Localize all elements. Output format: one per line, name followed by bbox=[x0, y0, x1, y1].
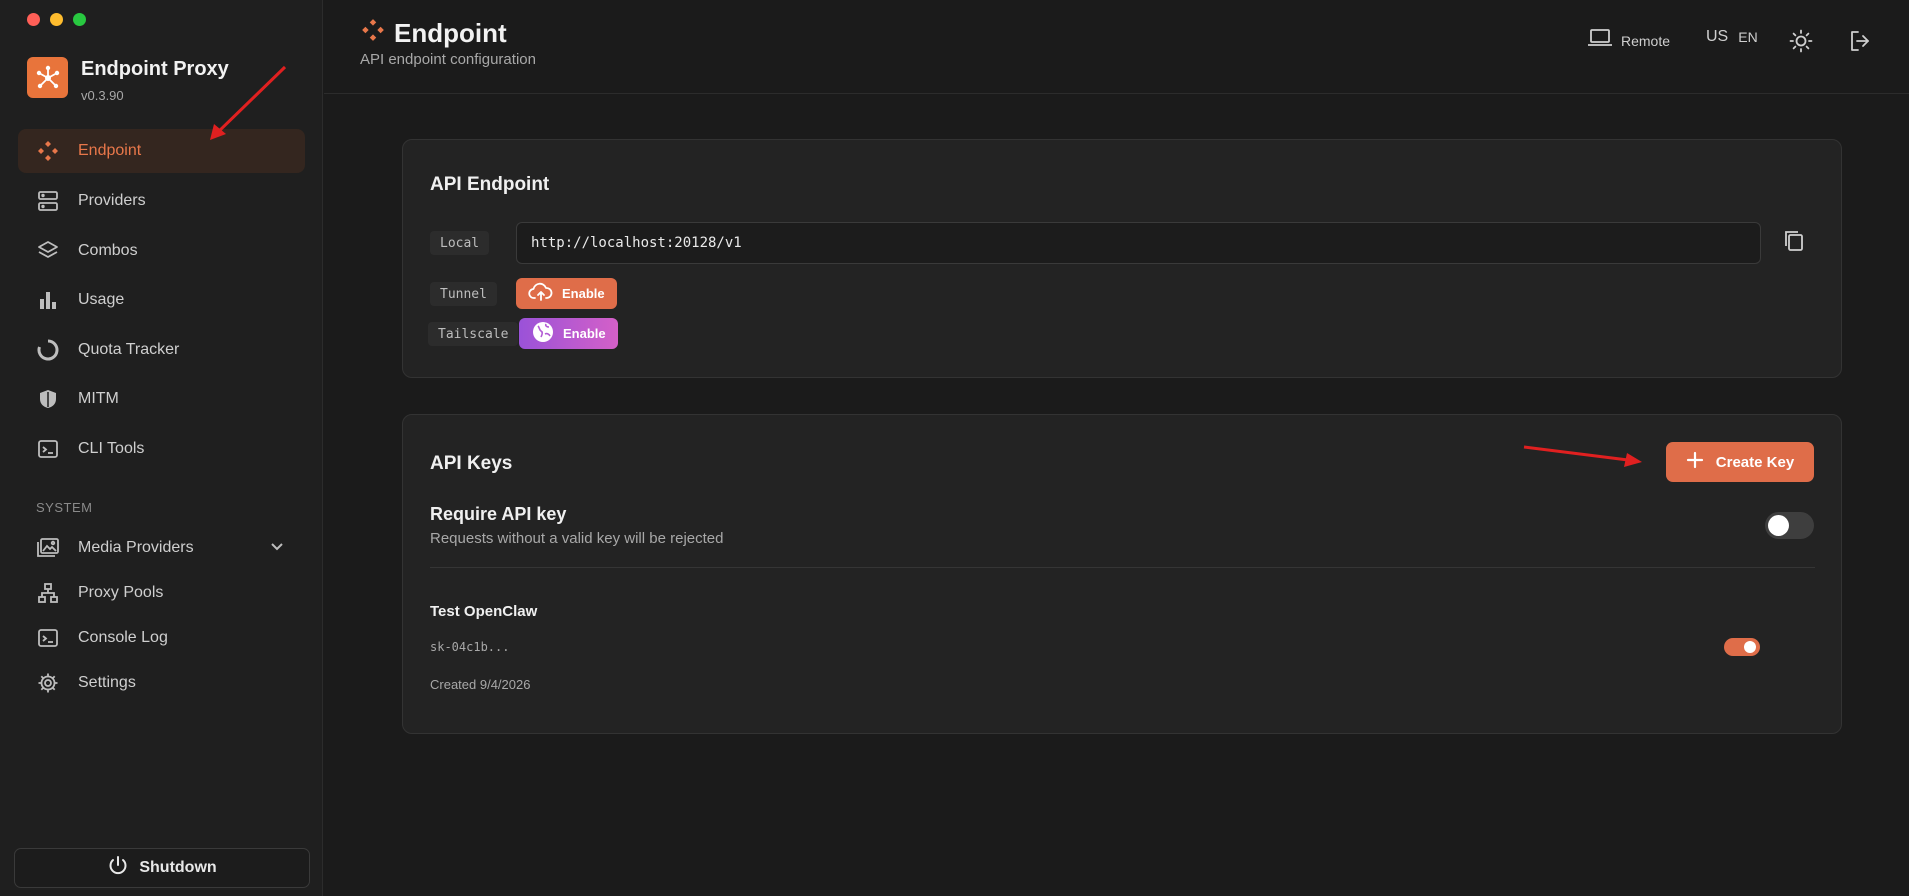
sidebar-item-label: Proxy Pools bbox=[78, 584, 164, 601]
require-api-key-toggle[interactable] bbox=[1765, 512, 1814, 539]
shield-icon bbox=[36, 387, 60, 411]
shutdown-button[interactable]: Shutdown bbox=[14, 848, 310, 888]
sidebar-item-label: CLI Tools bbox=[78, 440, 145, 457]
tailscale-enable-button[interactable]: Enable bbox=[519, 318, 618, 349]
sidebar-item-providers[interactable]: Providers bbox=[18, 179, 305, 223]
minimize-window-button[interactable] bbox=[50, 13, 63, 26]
create-key-label: Create Key bbox=[1715, 453, 1795, 471]
page-header: Endpoint API endpoint configuration Remo… bbox=[324, 0, 1909, 94]
window-controls bbox=[27, 13, 86, 26]
language-selector[interactable]: US EN bbox=[1706, 28, 1758, 46]
key-enabled-toggle[interactable] bbox=[1724, 638, 1760, 656]
remote-button[interactable]: Remote bbox=[1587, 28, 1670, 53]
plus-icon bbox=[1686, 451, 1704, 473]
shutdown-label: Shutdown bbox=[139, 859, 217, 876]
page-title: Endpoint bbox=[360, 17, 507, 50]
language-code: EN bbox=[1738, 29, 1758, 45]
local-url-field[interactable]: http://localhost:20128/v1 bbox=[516, 222, 1761, 264]
ring-icon bbox=[36, 338, 60, 362]
close-window-button[interactable] bbox=[27, 13, 40, 26]
app-logo-icon bbox=[27, 57, 68, 98]
sidebar-item-label: Media Providers bbox=[78, 539, 194, 556]
sidebar-item-endpoint[interactable]: Endpoint bbox=[18, 129, 305, 173]
logout-button[interactable] bbox=[1848, 29, 1872, 58]
sidebar-item-proxy-pools[interactable]: Proxy Pools bbox=[18, 571, 305, 615]
chevron-down-icon[interactable] bbox=[269, 538, 285, 559]
endpoint-icon bbox=[36, 139, 60, 163]
sidebar-item-usage[interactable]: Usage bbox=[18, 278, 305, 322]
globe-icon bbox=[531, 320, 555, 347]
remote-label: Remote bbox=[1621, 32, 1671, 49]
bar-chart-icon bbox=[36, 288, 60, 312]
sidebar-item-cli-tools[interactable]: CLI Tools bbox=[18, 427, 305, 471]
sidebar-item-label: Console Log bbox=[78, 629, 168, 646]
api-keys-title: API Keys bbox=[430, 453, 513, 474]
sidebar-item-label: Usage bbox=[78, 291, 125, 308]
require-api-key-title: Require API key bbox=[430, 504, 567, 524]
sidebar-item-settings[interactable]: Settings bbox=[18, 661, 305, 705]
key-name: Test OpenClaw bbox=[430, 603, 538, 620]
cloud-upload-icon bbox=[528, 282, 554, 305]
layers-icon bbox=[36, 239, 60, 263]
key-value: sk-04c1b... bbox=[430, 640, 510, 654]
media-icon bbox=[36, 536, 60, 560]
sidebar-item-combos[interactable]: Combos bbox=[18, 229, 305, 273]
theme-toggle-button[interactable] bbox=[1789, 29, 1813, 58]
app-name: Endpoint Proxy bbox=[81, 58, 229, 80]
api-endpoint-title: API Endpoint bbox=[430, 174, 550, 195]
terminal-icon bbox=[36, 626, 60, 650]
sidebar-item-label: Combos bbox=[78, 242, 138, 259]
sidebar-item-label: MITM bbox=[78, 390, 119, 407]
network-icon bbox=[36, 581, 60, 605]
page-title-text: Endpoint bbox=[394, 18, 507, 48]
endpoint-icon bbox=[360, 17, 386, 50]
divider bbox=[430, 567, 1815, 568]
sun-icon bbox=[1789, 29, 1813, 58]
tailscale-enable-label: Enable bbox=[563, 326, 606, 341]
sidebar-item-label: Quota Tracker bbox=[78, 341, 180, 358]
section-label-system: SYSTEM bbox=[36, 500, 93, 515]
create-key-button[interactable]: Create Key bbox=[1666, 442, 1814, 482]
sidebar: Endpoint Proxy v0.3.90 Endpoint Provider… bbox=[0, 0, 323, 896]
sidebar-item-console-log[interactable]: Console Log bbox=[18, 616, 305, 660]
tunnel-label: Tunnel bbox=[430, 282, 497, 306]
app-version: v0.3.90 bbox=[81, 88, 124, 103]
api-endpoint-card: API Endpoint Local http://localhost:2012… bbox=[402, 139, 1842, 378]
page-subtitle: API endpoint configuration bbox=[360, 51, 536, 68]
copy-icon[interactable] bbox=[1782, 228, 1806, 259]
tunnel-enable-button[interactable]: Enable bbox=[516, 278, 617, 309]
sidebar-item-mitm[interactable]: MITM bbox=[18, 377, 305, 421]
power-icon bbox=[107, 855, 129, 882]
server-icon bbox=[36, 189, 60, 213]
maximize-window-button[interactable] bbox=[73, 13, 86, 26]
terminal-icon bbox=[36, 437, 60, 461]
tunnel-enable-label: Enable bbox=[562, 286, 605, 301]
logout-icon bbox=[1848, 29, 1872, 58]
key-created-date: Created 9/4/2026 bbox=[430, 677, 531, 692]
sidebar-item-label: Providers bbox=[78, 192, 146, 209]
gear-icon bbox=[36, 671, 60, 695]
tailscale-label: Tailscale bbox=[428, 322, 519, 346]
sidebar-item-label: Settings bbox=[78, 674, 136, 691]
sidebar-item-media-providers[interactable]: Media Providers bbox=[18, 526, 305, 570]
sidebar-item-quota-tracker[interactable]: Quota Tracker bbox=[18, 328, 305, 372]
local-label: Local bbox=[430, 231, 490, 255]
require-api-key-description: Requests without a valid key will be rej… bbox=[430, 530, 724, 547]
laptop-icon bbox=[1587, 28, 1613, 53]
sidebar-item-label: Endpoint bbox=[78, 142, 142, 159]
api-keys-card: API Keys Create Key Require API key Requ… bbox=[402, 414, 1842, 734]
country-code: US bbox=[1706, 28, 1729, 45]
